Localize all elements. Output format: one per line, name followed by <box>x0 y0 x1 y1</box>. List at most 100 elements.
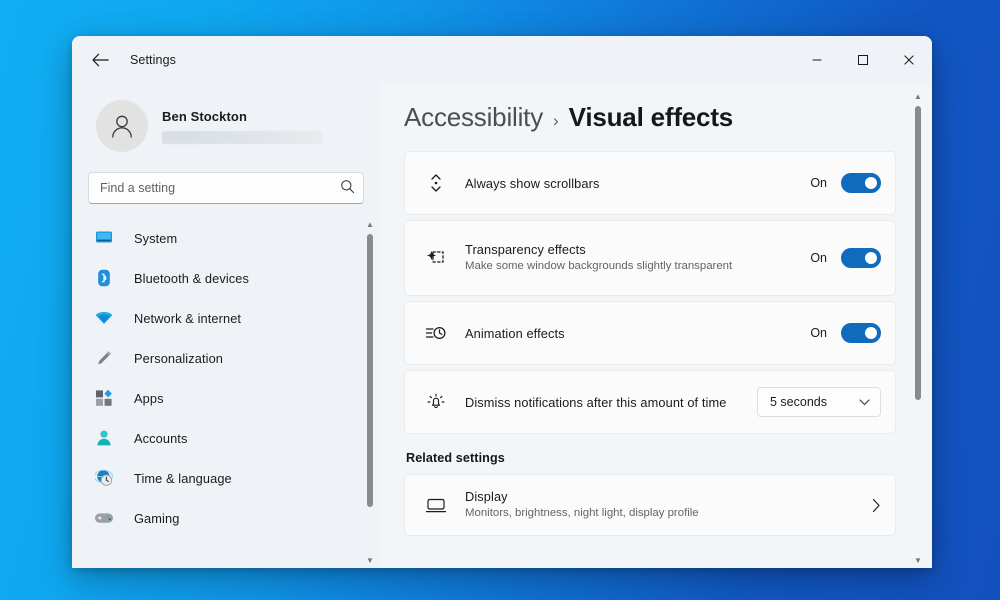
close-button[interactable] <box>886 36 932 84</box>
page-title: Visual effects <box>568 102 734 132</box>
sidebar-item-accounts[interactable]: Accounts <box>80 418 350 458</box>
sidebar-item-label: Time & language <box>134 470 232 486</box>
setting-row-animation-effects[interactable]: Animation effects On <box>404 301 896 365</box>
setting-text: Animation effects <box>465 326 810 341</box>
related-setting-row-display[interactable]: Display Monitors, brightness, night ligh… <box>404 474 896 536</box>
breadcrumb-separator: › <box>553 111 559 130</box>
sidebar-scroll-track[interactable] <box>362 232 378 554</box>
setting-text: Transparency effects Make some window ba… <box>465 242 810 274</box>
related-settings-heading: Related settings <box>406 451 505 465</box>
setting-text: Display Monitors, brightness, night ligh… <box>465 489 872 521</box>
chevron-right-icon <box>872 498 880 512</box>
person-icon <box>112 115 132 138</box>
minimize-icon <box>812 59 822 61</box>
toggle-state-label: On <box>810 176 827 190</box>
account-name: Ben Stockton <box>162 108 247 124</box>
main-scroll-track[interactable] <box>910 104 926 554</box>
window-controls <box>794 36 932 84</box>
setting-subtitle: Monitors, brightness, night light, displ… <box>465 507 699 519</box>
setting-row-always-show-scrollbars[interactable]: Always show scrollbars On <box>404 151 896 215</box>
toggle-group: On <box>810 323 881 343</box>
sidebar-scroll-down-arrow[interactable]: ▼ <box>366 554 374 568</box>
settings-window: Settings Ben Stockton Find a setting Sys… <box>72 36 932 568</box>
setting-row-dismiss-notifications[interactable]: Dismiss notifications after this amount … <box>404 370 896 434</box>
window-body: Ben Stockton System Bluetooth & devices Ne… <box>72 84 932 568</box>
setting-subtitle: Make some window backgrounds slightly tr… <box>465 260 733 272</box>
wifi-icon <box>92 310 116 326</box>
sidebar-item-bluetooth-devices[interactable]: Bluetooth & devices <box>80 258 350 298</box>
back-button[interactable] <box>84 44 116 76</box>
sidebar: Ben Stockton System Bluetooth & devices Ne… <box>72 84 380 568</box>
toggle-group: On <box>810 248 881 268</box>
main-scroll-down-arrow[interactable]: ▼ <box>914 554 922 568</box>
apps-grid-icon <box>92 389 116 407</box>
setting-text: Always show scrollbars <box>465 176 810 191</box>
setting-title: Display <box>465 489 508 504</box>
main-scroll-thumb[interactable] <box>915 106 921 401</box>
toggle-always-show-scrollbars[interactable] <box>841 173 881 193</box>
sidebar-scroll-thumb[interactable] <box>367 234 373 508</box>
chevron-down-icon <box>859 398 870 405</box>
sidebar-item-gaming[interactable]: Gaming <box>80 498 350 538</box>
accounts-person-icon <box>92 429 116 447</box>
toggle-transparency-effects[interactable] <box>841 248 881 268</box>
toggle-state-label: On <box>810 326 827 340</box>
scrollbar-icon <box>421 172 451 194</box>
sidebar-item-label: Apps <box>134 390 164 406</box>
setting-title: Animation effects <box>465 325 565 341</box>
main-scroll-up-arrow[interactable]: ▲ <box>914 90 922 104</box>
sidebar-item-label: Gaming <box>134 510 180 526</box>
sidebar-item-label: System <box>134 230 178 246</box>
sidebar-scrollbar[interactable]: ▲ ▼ <box>362 218 378 568</box>
dropdown-selected-value: 5 seconds <box>770 395 827 409</box>
sidebar-nav-list: System Bluetooth & devices Network & inter… <box>72 218 358 538</box>
account-text: Ben Stockton <box>162 109 322 144</box>
notification-bell-icon <box>421 391 451 413</box>
window-title: Settings <box>130 53 176 67</box>
setting-title: Always show scrollbars <box>465 175 600 191</box>
clock-globe-icon <box>92 469 116 487</box>
transparency-sparkle-icon <box>421 247 451 269</box>
account-email-redacted <box>162 130 322 144</box>
maximize-button[interactable] <box>840 36 886 84</box>
display-monitor-icon <box>421 496 451 514</box>
sidebar-item-personalization[interactable]: Personalization <box>80 338 350 378</box>
maximize-icon <box>858 55 868 65</box>
breadcrumb: Accessibility › Visual effects <box>380 84 932 133</box>
toggle-group: On <box>810 173 881 193</box>
setting-title: Transparency effects <box>465 242 586 257</box>
setting-row-transparency-effects[interactable]: Transparency effects Make some window ba… <box>404 220 896 296</box>
sidebar-item-time-language[interactable]: Time & language <box>80 458 350 498</box>
sidebar-item-system[interactable]: System <box>80 218 350 258</box>
toggle-animation-effects[interactable] <box>841 323 881 343</box>
settings-list: Always show scrollbars On Transparency e… <box>380 133 932 568</box>
main-content: Accessibility › Visual effects Always sh… <box>380 84 932 568</box>
toggle-state-label: On <box>810 251 827 265</box>
title-bar: Settings <box>72 36 932 84</box>
setting-title: Dismiss notifications after this amount … <box>465 394 727 410</box>
system-monitor-icon <box>92 230 116 246</box>
sidebar-item-label: Bluetooth & devices <box>134 270 250 286</box>
sidebar-item-apps[interactable]: Apps <box>80 378 350 418</box>
gamepad-icon <box>92 511 116 525</box>
sidebar-item-network-internet[interactable]: Network & internet <box>80 298 350 338</box>
sidebar-item-label: Network & internet <box>134 310 242 326</box>
sidebar-item-label: Accounts <box>134 430 188 446</box>
bluetooth-icon <box>92 269 116 287</box>
search-input[interactable] <box>88 172 364 204</box>
paintbrush-icon <box>92 349 116 367</box>
main-scrollbar[interactable]: ▲ ▼ <box>910 90 926 568</box>
minimize-button[interactable] <box>794 36 840 84</box>
search-box <box>88 172 364 204</box>
sidebar-scroll-up-arrow[interactable]: ▲ <box>366 218 374 232</box>
dropdown-dismiss-notifications-time[interactable]: 5 seconds <box>757 387 881 417</box>
breadcrumb-parent[interactable]: Accessibility <box>404 102 543 133</box>
sidebar-item-label: Personalization <box>134 350 223 366</box>
sidebar-nav: System Bluetooth & devices Network & inter… <box>72 218 380 568</box>
arrow-left-icon <box>91 53 109 67</box>
close-icon <box>904 55 914 65</box>
account-tile[interactable]: Ben Stockton <box>88 94 364 158</box>
animation-lines-clock-icon <box>421 324 451 342</box>
setting-text: Dismiss notifications after this amount … <box>465 395 757 410</box>
avatar <box>96 100 148 152</box>
